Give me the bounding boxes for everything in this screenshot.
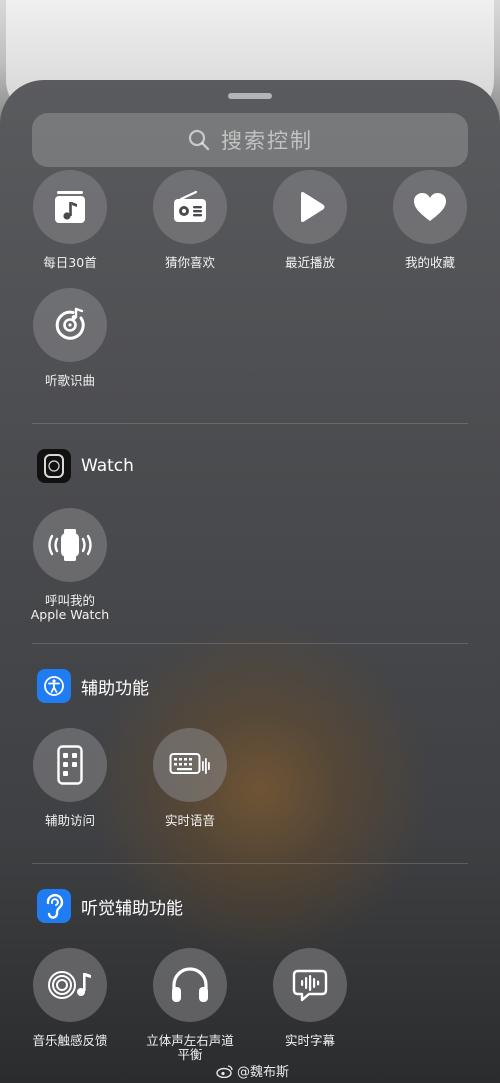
tile-label: 最近播放 xyxy=(284,255,335,270)
heart-icon xyxy=(414,193,446,221)
tile-label: 每日30首 xyxy=(43,255,97,270)
section-header-watch: Watch xyxy=(37,449,134,483)
section-divider xyxy=(32,863,468,864)
section-title: 辅助功能 xyxy=(81,678,149,699)
hearing-app-icon xyxy=(37,889,71,923)
controls-gallery-sheet: 搜索控制 每日30首 猜你喜欢 最近播放 我的收藏 听歌识曲 Watch 呼叫我… xyxy=(0,80,500,1083)
accessibility-app-icon xyxy=(37,669,71,703)
tile-label: 辅助访问 xyxy=(44,813,95,828)
watch-app-icon xyxy=(37,449,71,483)
control-stereo-balance[interactable]: 立体声左右声道 平衡 xyxy=(135,948,245,1062)
tile-label: 呼叫我的 Apple Watch xyxy=(30,593,110,622)
weibo-icon xyxy=(216,1064,233,1078)
tile-label: 实时字幕 xyxy=(284,1033,335,1048)
control-guess-you-like[interactable]: 猜你喜欢 xyxy=(135,170,245,270)
sheet-grabber[interactable] xyxy=(228,93,272,99)
control-live-speech[interactable]: 实时语音 xyxy=(135,728,245,828)
control-music-haptics[interactable]: 音乐触感反馈 xyxy=(15,948,125,1048)
control-recently-played[interactable]: 最近播放 xyxy=(255,170,365,270)
headphones-icon xyxy=(172,967,208,1002)
control-my-favorites[interactable]: 我的收藏 xyxy=(375,170,485,270)
section-header-accessibility: 辅助功能 xyxy=(37,669,149,703)
music-haptics-icon xyxy=(48,971,91,999)
play-icon xyxy=(301,192,325,222)
song-recognition-icon xyxy=(55,307,85,340)
control-daily-30[interactable]: 每日30首 xyxy=(15,170,125,270)
music-note-card-icon xyxy=(55,191,85,223)
section-title: 听觉辅助功能 xyxy=(81,898,183,919)
section-divider xyxy=(32,423,468,424)
tile-label: 立体声左右声道 平衡 xyxy=(146,1033,234,1062)
tile-label: 我的收藏 xyxy=(404,255,455,270)
control-live-captions[interactable]: 实时字幕 xyxy=(255,948,365,1048)
control-assistive-access[interactable]: 辅助访问 xyxy=(15,728,125,828)
ping-watch-icon xyxy=(48,529,92,561)
section-title: Watch xyxy=(81,456,134,476)
search-placeholder: 搜索控制 xyxy=(221,129,313,153)
live-speech-keyboard-icon xyxy=(169,753,210,774)
search-icon xyxy=(188,129,210,151)
tile-label: 实时语音 xyxy=(164,813,215,828)
control-ping-apple-watch[interactable]: 呼叫我的 Apple Watch xyxy=(15,508,125,622)
assistive-access-icon xyxy=(57,745,83,785)
radio-icon xyxy=(174,190,206,222)
watermark-text: @魏布斯 xyxy=(237,1065,290,1080)
section-divider xyxy=(32,643,468,644)
tile-label: 猜你喜欢 xyxy=(164,255,215,270)
live-captions-icon xyxy=(292,969,328,1002)
weibo-watermark: @魏布斯 xyxy=(216,1061,289,1080)
tile-label: 音乐触感反馈 xyxy=(32,1033,108,1048)
control-song-recognition[interactable]: 听歌识曲 xyxy=(15,288,125,388)
tile-label: 听歌识曲 xyxy=(44,373,95,388)
section-header-hearing: 听觉辅助功能 xyxy=(37,889,183,923)
search-field[interactable]: 搜索控制 xyxy=(32,113,468,167)
